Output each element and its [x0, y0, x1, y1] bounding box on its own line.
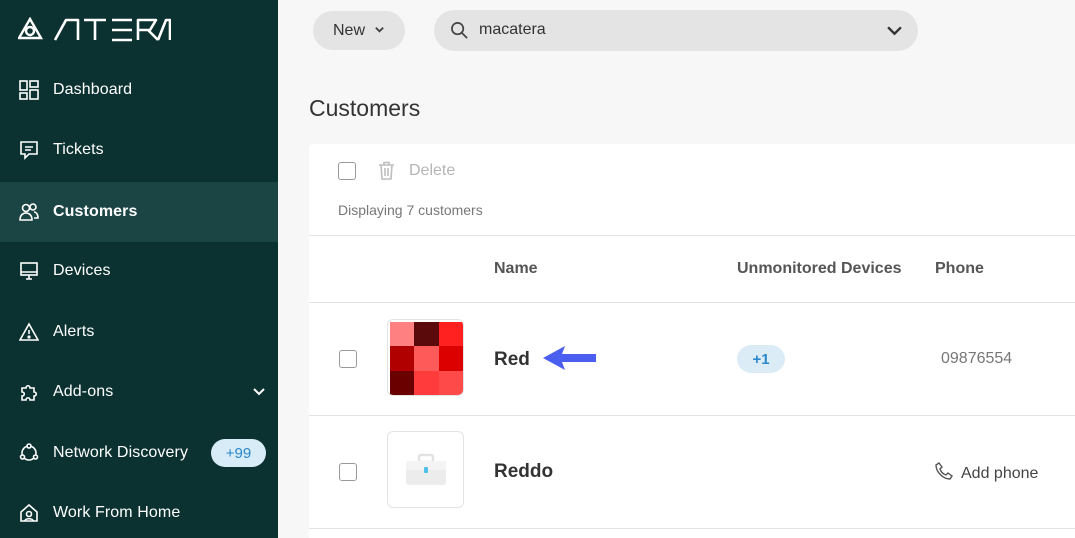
column-header-unmonitored-devices[interactable]: Unmonitored Devices [737, 260, 901, 278]
sidebar-item-label: Customers [53, 203, 138, 220]
atera-logo[interactable] [18, 16, 171, 44]
new-button[interactable]: New [313, 11, 405, 50]
dashboard-icon [18, 79, 40, 101]
avatar-mosaic [390, 322, 463, 395]
mosaic-tile [414, 322, 439, 347]
new-button-label: New [332, 21, 365, 39]
customer-phone: 09876554 [941, 350, 1013, 367]
results-count: Displaying 7 customers [338, 202, 483, 218]
alert-icon [18, 321, 40, 343]
delete-button[interactable]: Delete [409, 162, 455, 180]
tickets-icon [18, 139, 40, 161]
devices-icon [18, 260, 40, 282]
sidebar-item-tickets[interactable]: Tickets [0, 120, 278, 180]
mosaic-tile [438, 346, 463, 371]
column-header-name[interactable]: Name [494, 260, 538, 278]
sidebar-item-label: Network Discovery [53, 444, 189, 461]
add-phone-link[interactable]: Add phone [935, 462, 1038, 485]
chevron-down-icon[interactable] [887, 24, 902, 42]
mosaic-tile [438, 322, 463, 347]
divider [309, 415, 1075, 416]
sidebar-item-customers[interactable]: Customers [0, 182, 278, 242]
select-all-checkbox[interactable] [338, 162, 356, 180]
search-icon [450, 21, 469, 45]
mosaic-tile [414, 370, 439, 395]
sidebar-item-label: Add-ons [53, 383, 114, 400]
divider [309, 528, 1075, 529]
row-checkbox[interactable] [339, 463, 357, 481]
unmonitored-devices-badge[interactable]: +1 [737, 345, 785, 373]
sidebar-item-devices[interactable]: Devices [0, 241, 278, 301]
sidebar-item-label: Devices [53, 262, 111, 279]
trash-icon[interactable] [378, 161, 395, 185]
sidebar-item-label: Tickets [53, 141, 104, 158]
customers-icon [18, 201, 40, 223]
chevron-down-icon[interactable] [252, 384, 266, 403]
customer-name[interactable]: Red [494, 349, 530, 371]
customer-name[interactable]: Reddo [494, 461, 553, 483]
sidebar-item-label: Alerts [53, 323, 95, 340]
sidebar-item-label: Work From Home [53, 504, 181, 521]
mosaic-tile [390, 346, 415, 371]
sidebar-item-label: Dashboard [53, 81, 133, 98]
sidebar-item-network-discovery[interactable]: Network Discovery +99 [0, 423, 278, 483]
sidebar-item-work-from-home[interactable]: Work From Home [0, 483, 278, 538]
add-phone-label: Add phone [961, 464, 1039, 482]
mosaic-tile [438, 370, 463, 395]
briefcase-icon [405, 453, 447, 492]
customer-avatar[interactable] [387, 431, 464, 508]
customer-avatar[interactable] [387, 319, 464, 396]
home-icon [18, 502, 40, 524]
sidebar-item-dashboard[interactable]: Dashboard [0, 60, 278, 120]
customers-panel: Delete Displaying 7 customers Name Unmon… [309, 144, 1075, 538]
sidebar-item-add-ons[interactable]: Add-ons [0, 362, 278, 422]
top-bar: New macatera [278, 0, 1075, 60]
puzzle-icon [18, 381, 40, 403]
network-icon [18, 442, 40, 464]
page-title: Customers [309, 95, 421, 121]
pointer-arrow-icon [543, 346, 596, 370]
mosaic-tile [390, 322, 415, 347]
sidebar-item-alerts[interactable]: Alerts [0, 302, 278, 362]
divider [309, 302, 1075, 303]
search-input[interactable]: macatera [434, 10, 918, 51]
phone-icon [935, 462, 953, 485]
search-value: macatera [479, 21, 546, 38]
mosaic-tile [390, 370, 415, 395]
sidebar: Dashboard Tickets Customers Devices Aler… [0, 0, 278, 538]
row-checkbox[interactable] [339, 350, 357, 368]
chevron-down-icon [374, 22, 385, 40]
divider [309, 235, 1075, 236]
mosaic-tile [414, 346, 439, 371]
network-discovery-badge: +99 [211, 439, 266, 467]
column-header-phone[interactable]: Phone [935, 260, 984, 278]
